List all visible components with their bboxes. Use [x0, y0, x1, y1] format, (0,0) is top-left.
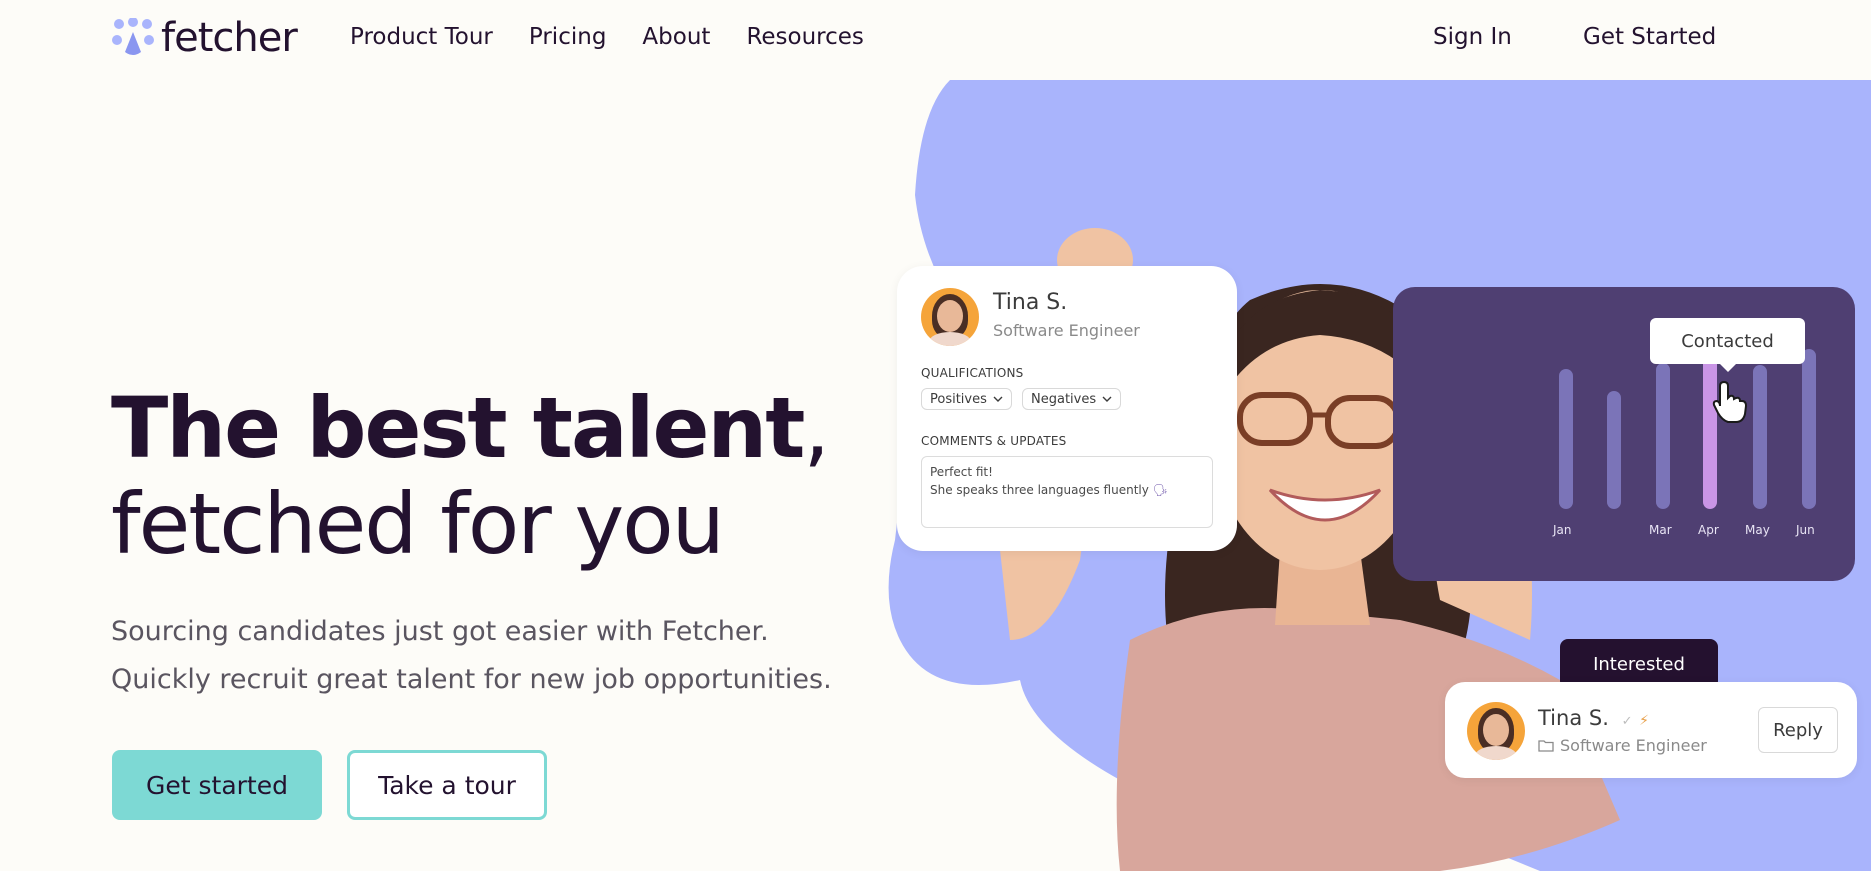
- comment-line-2: She speaks three languages fluently 🗣: [930, 483, 1168, 497]
- candidate-avatar: [921, 288, 979, 346]
- logo-link[interactable]: fetcher: [111, 15, 298, 61]
- qualifications-label: QUALIFICATIONS: [921, 366, 1024, 380]
- chart-bar-jan: [1559, 369, 1573, 509]
- logo-text: fetcher: [161, 15, 298, 61]
- positives-dropdown[interactable]: Positives: [921, 388, 1012, 410]
- nav-link-about[interactable]: About: [642, 24, 710, 50]
- fetcher-logo-icon: [112, 18, 154, 55]
- contacted-tooltip: Contacted: [1650, 318, 1805, 372]
- candidate-name: Tina S.: [993, 290, 1068, 315]
- nav-link-resources[interactable]: Resources: [746, 24, 863, 50]
- hero-subtitle-line-1: Sourcing candidates just got easier with…: [111, 616, 769, 647]
- take-a-tour-button[interactable]: Take a tour: [347, 750, 547, 820]
- chart-month-apr: Apr: [1698, 523, 1719, 537]
- chart-bar-may: [1753, 365, 1767, 509]
- chart-bar-mar: [1656, 363, 1670, 509]
- chart-x-labels: Jan Mar Apr May Jun: [1393, 523, 1855, 543]
- comments-label: COMMENTS & UPDATES: [921, 434, 1067, 448]
- get-started-button[interactable]: Get started: [112, 750, 322, 820]
- chevron-down-icon: [1102, 396, 1112, 402]
- negatives-label: Negatives: [1031, 391, 1097, 407]
- reply-candidate-name: Tina S. ✓ ⚡: [1538, 706, 1649, 730]
- chart-month-mar: Mar: [1649, 523, 1672, 537]
- nav-link-pricing[interactable]: Pricing: [529, 24, 607, 50]
- chart-month-jan: Jan: [1553, 523, 1572, 537]
- check-icon: ✓: [1621, 714, 1633, 729]
- candidate-avatar: [1467, 702, 1525, 760]
- hero-subtitle-line-2: Quickly recruit great talent for new job…: [111, 664, 832, 695]
- comment-line-1: Perfect fit!: [930, 465, 993, 479]
- candidate-role: Software Engineer: [993, 321, 1140, 340]
- candidate-profile-card: Tina S. Software Engineer QUALIFICATIONS…: [897, 266, 1237, 551]
- hero-title-bold: The best talent: [111, 379, 805, 477]
- folder-icon: [1538, 740, 1554, 752]
- chart-bar-feb: [1607, 391, 1621, 509]
- hero-subtitle: Sourcing candidates just got easier with…: [111, 608, 832, 704]
- sign-in-link[interactable]: Sign In: [1433, 24, 1512, 50]
- reply-candidate-role: Software Engineer: [1538, 736, 1707, 755]
- hero-title-comma: ,: [803, 379, 830, 477]
- get-started-nav-link[interactable]: Get Started: [1583, 24, 1716, 50]
- chart-month-may: May: [1745, 523, 1770, 537]
- chevron-down-icon: [993, 396, 1003, 402]
- hero-title-bold-line: The best talent,: [111, 379, 830, 477]
- pointer-cursor-icon: [1712, 380, 1748, 423]
- candidate-reply-card: Tina S. ✓ ⚡ Software Engineer Reply: [1445, 682, 1857, 778]
- chart-bar-apr: [1703, 347, 1717, 509]
- comments-textarea[interactable]: Perfect fit! She speaks three languages …: [921, 456, 1213, 528]
- positives-label: Positives: [930, 391, 987, 407]
- lightning-icon: ⚡: [1639, 713, 1649, 729]
- negatives-dropdown[interactable]: Negatives: [1022, 388, 1122, 410]
- nav-link-product-tour[interactable]: Product Tour: [350, 24, 493, 50]
- nav-links: Product Tour Pricing About Resources: [350, 24, 864, 50]
- top-nav: fetcher Product Tour Pricing About Resou…: [0, 0, 1871, 80]
- speech-icon: 🗣: [1152, 483, 1168, 497]
- hero-title-light: fetched for you: [111, 475, 725, 573]
- chart-bar-jun: [1802, 349, 1816, 509]
- reply-button[interactable]: Reply: [1758, 707, 1838, 753]
- chart-month-jun: Jun: [1796, 523, 1815, 537]
- hero-title: The best talent, fetched for you: [111, 379, 830, 573]
